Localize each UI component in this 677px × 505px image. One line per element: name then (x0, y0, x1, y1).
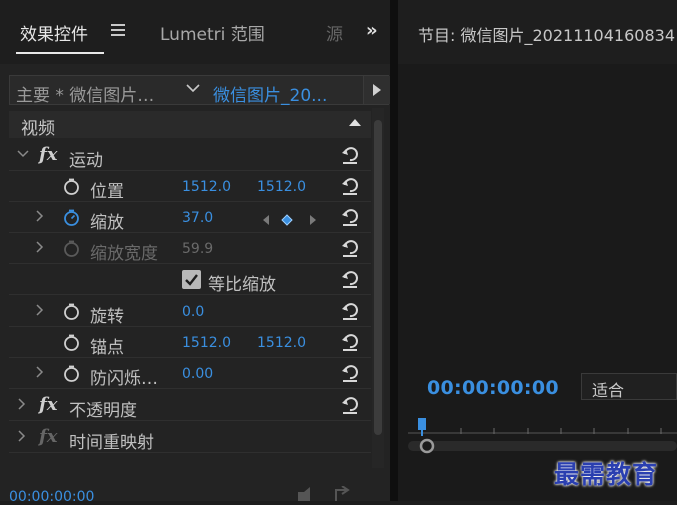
collapse-up-icon[interactable] (349, 119, 361, 126)
effect-row-time-remapping[interactable]: fx 时间重映射 (9, 422, 371, 453)
param-row-uniform-scale: 等比缩放 (9, 264, 371, 295)
master-clip-label[interactable]: 主要 * 微信图片… (16, 81, 154, 106)
program-monitor-header: 节目: 微信图片_20211104160834 (398, 0, 677, 64)
reset-icon[interactable] (340, 332, 360, 352)
reset-icon[interactable] (340, 207, 360, 227)
param-row-scale-width: 缩放宽度 59.9 (9, 233, 371, 264)
filter-and-export-icons[interactable] (296, 485, 356, 501)
scrollbar-thumb[interactable] (374, 120, 382, 435)
scale-width-label: 缩放宽度 (90, 244, 158, 264)
chevron-down-icon[interactable] (17, 148, 29, 163)
stopwatch-active-icon[interactable] (63, 209, 80, 226)
chevron-right-icon[interactable] (35, 210, 45, 226)
uniform-scale-checkbox[interactable] (182, 270, 201, 289)
effect-controls-timecode[interactable]: 00:00:00:00 (9, 489, 94, 505)
chevron-right-icon[interactable] (35, 304, 45, 320)
program-monitor-title[interactable]: 节目: 微信图片_20211104160834 (418, 22, 675, 46)
reset-icon[interactable] (340, 269, 360, 289)
stopwatch-icon[interactable] (63, 178, 80, 195)
reset-icon[interactable] (340, 145, 360, 165)
rotation-value[interactable]: 0.0 (182, 304, 204, 320)
reset-icon[interactable] (340, 301, 360, 321)
stopwatch-icon[interactable] (63, 303, 80, 320)
stopwatch-icon[interactable] (63, 365, 80, 382)
anti-flicker-label: 防闪烁… (90, 369, 158, 389)
anchor-x-value[interactable]: 1512.0 (182, 335, 231, 351)
param-row-scale: 缩放 37.0 (9, 202, 371, 233)
position-x-value[interactable]: 1512.0 (182, 179, 231, 195)
fx-icon: fx (39, 426, 58, 447)
sequence-clip-label[interactable]: 微信图片_20... (213, 81, 327, 106)
show-timeline-play-icon[interactable] (363, 76, 390, 104)
section-title-video: 视频 (21, 119, 55, 139)
uniform-scale-label: 等比缩放 (208, 275, 276, 295)
panel-tab-bar: 效果控件 Lumetri 范围 源 » (0, 0, 390, 64)
prev-keyframe-icon[interactable] (261, 211, 271, 230)
scale-width-value: 59.9 (182, 241, 214, 257)
fx-icon[interactable]: fx (39, 144, 57, 165)
keyframe-diamond-icon[interactable] (281, 211, 293, 230)
program-timecode[interactable]: 00:00:00:00 (427, 377, 559, 399)
stopwatch-icon (63, 240, 80, 257)
anchor-label: 锚点 (90, 338, 124, 358)
clip-selector-bar: 主要 * 微信图片… 微信图片_20... (9, 75, 390, 106)
anti-flicker-value[interactable]: 0.00 (182, 366, 213, 382)
rotation-label: 旋转 (90, 307, 124, 327)
program-monitor-panel: 节目: 微信图片_20211104160834 00:00:00:00 适合 (398, 0, 677, 501)
time-remapping-label: 时间重映射 (69, 433, 154, 453)
param-row-position: 位置 1512.0 1512.0 (9, 171, 371, 202)
chevron-right-icon[interactable] (17, 398, 27, 414)
position-y-value[interactable]: 1512.0 (257, 179, 306, 195)
active-tab-indicator (16, 52, 104, 54)
stopwatch-icon[interactable] (63, 334, 80, 351)
video-section-header[interactable]: 视频 (9, 111, 371, 139)
chevron-down-icon[interactable] (186, 81, 200, 97)
panel-menu-icon[interactable] (111, 24, 125, 37)
reset-icon[interactable] (340, 395, 360, 415)
chevron-right-icon[interactable] (35, 366, 45, 382)
param-row-rotation: 旋转 0.0 (9, 296, 371, 327)
zoom-fit-value: 适合 (592, 381, 625, 400)
param-row-anchor: 锚点 1512.0 1512.0 (9, 327, 371, 358)
scale-label: 缩放 (90, 213, 124, 233)
position-label: 位置 (90, 182, 124, 202)
effect-row-opacity[interactable]: fx 不透明度 (9, 390, 371, 421)
reset-icon[interactable] (340, 238, 360, 258)
anchor-y-value[interactable]: 1512.0 (257, 335, 306, 351)
reset-icon[interactable] (340, 363, 360, 383)
reset-icon[interactable] (340, 176, 360, 196)
motion-label: 运动 (69, 151, 103, 171)
next-keyframe-icon[interactable] (308, 211, 318, 230)
tab-source[interactable]: 源 (326, 20, 344, 45)
chevron-right-icon[interactable] (35, 241, 45, 257)
tab-effect-controls[interactable]: 效果控件 (20, 20, 88, 45)
chevron-right-icon[interactable] (17, 430, 27, 446)
fx-icon[interactable]: fx (39, 394, 57, 415)
watermark-logo: 最需教育 (554, 460, 659, 489)
effect-row-motion[interactable]: fx 运动 (9, 140, 371, 171)
effect-controls-panel: 效果控件 Lumetri 范围 源 » 主要 * 微信图片… 微信图片_20..… (0, 0, 390, 505)
opacity-label: 不透明度 (69, 401, 137, 421)
param-row-anti-flicker: 防闪烁… 0.00 (9, 358, 371, 389)
panel-divider[interactable] (390, 0, 398, 501)
tab-lumetri-scopes[interactable]: Lumetri 范围 (160, 20, 265, 45)
more-tabs-icon[interactable]: » (366, 20, 378, 41)
scale-value[interactable]: 37.0 (182, 210, 213, 226)
zoom-fit-dropdown[interactable]: 适合 (581, 373, 677, 400)
